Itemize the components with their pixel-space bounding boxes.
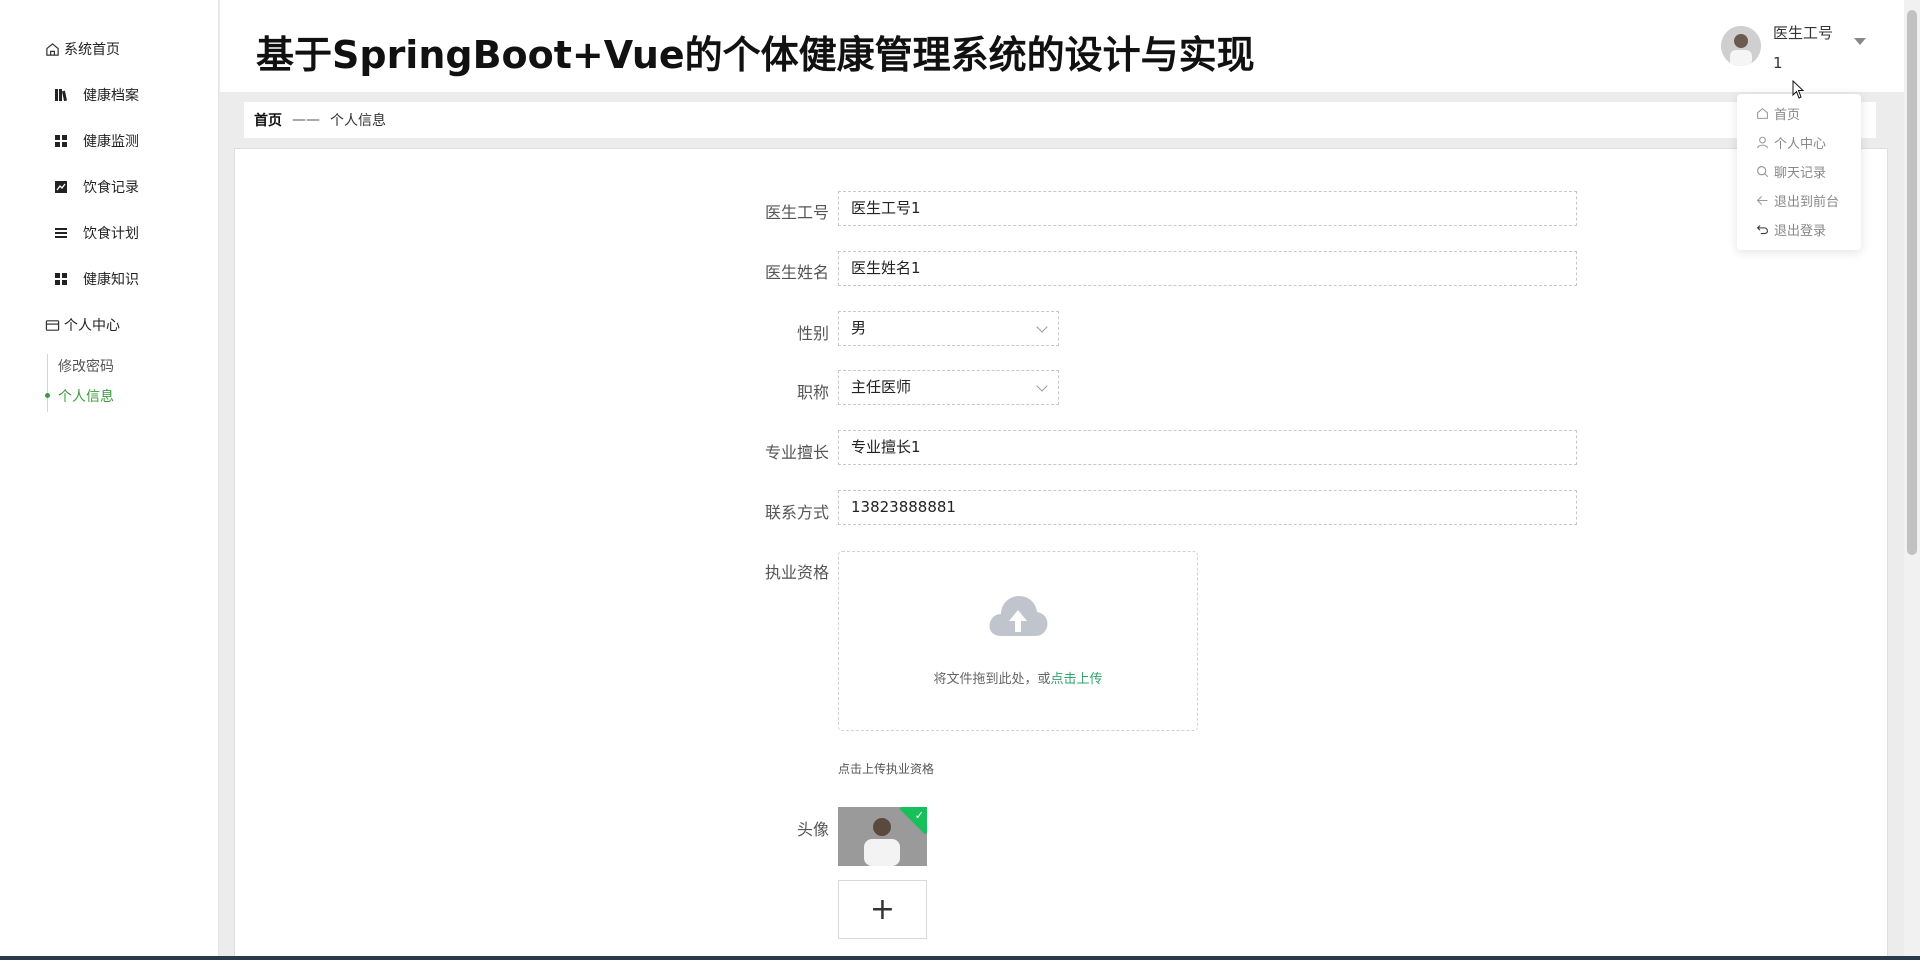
submenu-divider [47,354,48,412]
user-dropdown-menu: 首页 个人中心 聊天记录 退出到前台 退出登录 [1737,94,1861,250]
add-avatar-button[interactable]: + [838,880,927,939]
field-label-doctor-name: 医生姓名 [764,263,829,282]
caret-down-icon[interactable] [1854,38,1866,45]
sidebar-item-label: 系统首页 [64,42,120,58]
sidebar: 系统首页 健康档案 健康监测 饮食记录 饮食计划 健康知识 个人中心 修改密码 … [0,0,219,960]
user-value[interactable]: 1 [1773,54,1783,72]
user-label[interactable]: 医生工号 [1773,22,1833,43]
sidebar-item-change-password[interactable]: 修改密码 [58,356,114,376]
wallet-icon [44,317,60,333]
dropdown-item-label: 聊天记录 [1774,166,1827,181]
doctor-id-field[interactable]: 医生工号1 [838,191,1577,226]
avatar-thumbnail[interactable]: ✓ [838,807,927,866]
gender-value: 男 [851,319,867,337]
dropdown-item-logout[interactable]: 退出登录 [1755,220,1826,239]
grid-icon [53,133,69,149]
field-label-specialty: 专业擅长 [764,443,829,462]
sidebar-item-health-monitor[interactable]: 健康监测 [53,131,139,151]
dropdown-item-chat-history[interactable]: 聊天记录 [1755,162,1826,181]
home-icon [1755,107,1769,121]
list-icon [53,225,69,241]
check-icon: ✓ [914,809,924,822]
title-value: 主任医师 [851,378,912,396]
sidebar-item-label: 饮食计划 [83,226,139,242]
taskbar-edge [0,956,1920,960]
search-icon [1755,165,1769,179]
upload-link[interactable]: 点击上传 [1051,672,1103,687]
dropdown-item-home[interactable]: 首页 [1755,104,1800,123]
doctor-name-field[interactable]: 医生姓名1 [838,251,1577,286]
field-label-avatar: 头像 [796,820,829,839]
sidebar-item-diet-record[interactable]: 饮食记录 [53,177,139,197]
specialty-field[interactable]: 专业擅长1 [838,430,1577,465]
scrollbar-thumb[interactable] [1907,10,1917,555]
dropdown-item-label: 个人中心 [1774,137,1827,152]
upload-instruction: 将文件拖到此处，或点击上传 [839,668,1197,687]
page-title: 基于SpringBoot+Vue的个体健康管理系统的设计与实现 [256,33,1255,77]
dropdown-item-label: 退出到前台 [1774,195,1840,210]
chart-icon [53,179,69,195]
license-upload-dropzone[interactable]: 将文件拖到此处，或点击上传 [838,551,1198,731]
breadcrumb: 首页 —— 个人信息 [244,102,1876,138]
upload-text: 将文件拖到此处，或 [933,672,1051,687]
upload-hint: 点击上传执业资格 [838,762,935,776]
user-icon [1755,136,1769,150]
avatar[interactable] [1721,26,1761,66]
logout-icon [1755,223,1769,237]
contact-field[interactable]: 13823888881 [838,490,1577,525]
cloud-upload-icon [989,596,1048,636]
dropdown-item-back-frontend[interactable]: 退出到前台 [1755,191,1839,210]
chevron-down-icon [1036,321,1048,333]
dropdown-item-personal-center[interactable]: 个人中心 [1755,133,1826,152]
home-icon [44,41,60,57]
profile-form: 医生工号 医生工号1 医生姓名 医生姓名1 性别 男 职称 主任医师 专业擅长 … [234,148,1888,960]
sidebar-item-diet-plan[interactable]: 饮食计划 [53,223,139,243]
breadcrumb-current: 个人信息 [330,113,386,129]
field-label-gender: 性别 [796,324,829,343]
gender-select[interactable]: 男 [838,311,1059,346]
field-label-doctor-id: 医生工号 [764,203,829,222]
breadcrumb-separator: —— [292,112,320,128]
field-label-title: 职称 [796,383,829,402]
sidebar-item-home[interactable]: 系统首页 [44,39,120,59]
field-label-license: 执业资格 [764,563,829,582]
sidebar-item-label: 健康监测 [83,134,139,150]
breadcrumb-home[interactable]: 首页 [254,110,282,130]
sidebar-item-health-knowledge[interactable]: 健康知识 [53,269,139,289]
sidebar-item-label: 个人中心 [64,318,120,334]
sidebar-item-label: 健康知识 [83,272,139,288]
grid-icon [53,271,69,287]
dropdown-item-label: 首页 [1774,108,1801,123]
archive-icon [53,87,69,103]
sidebar-item-personal-center[interactable]: 个人中心 [44,315,120,335]
header: 基于SpringBoot+Vue的个体健康管理系统的设计与实现 医生工号 1 [220,0,1920,92]
chevron-down-icon [1036,380,1048,392]
title-select[interactable]: 主任医师 [838,370,1059,405]
arrow-left-icon [1755,194,1769,208]
sidebar-item-label: 健康档案 [83,88,139,104]
sidebar-item-personal-info[interactable]: 个人信息 [58,386,114,406]
dropdown-item-label: 退出登录 [1774,224,1827,239]
active-indicator [45,393,50,398]
field-label-contact: 联系方式 [764,503,829,522]
sidebar-item-health-archive[interactable]: 健康档案 [53,85,139,105]
sidebar-item-label: 饮食记录 [83,180,139,196]
